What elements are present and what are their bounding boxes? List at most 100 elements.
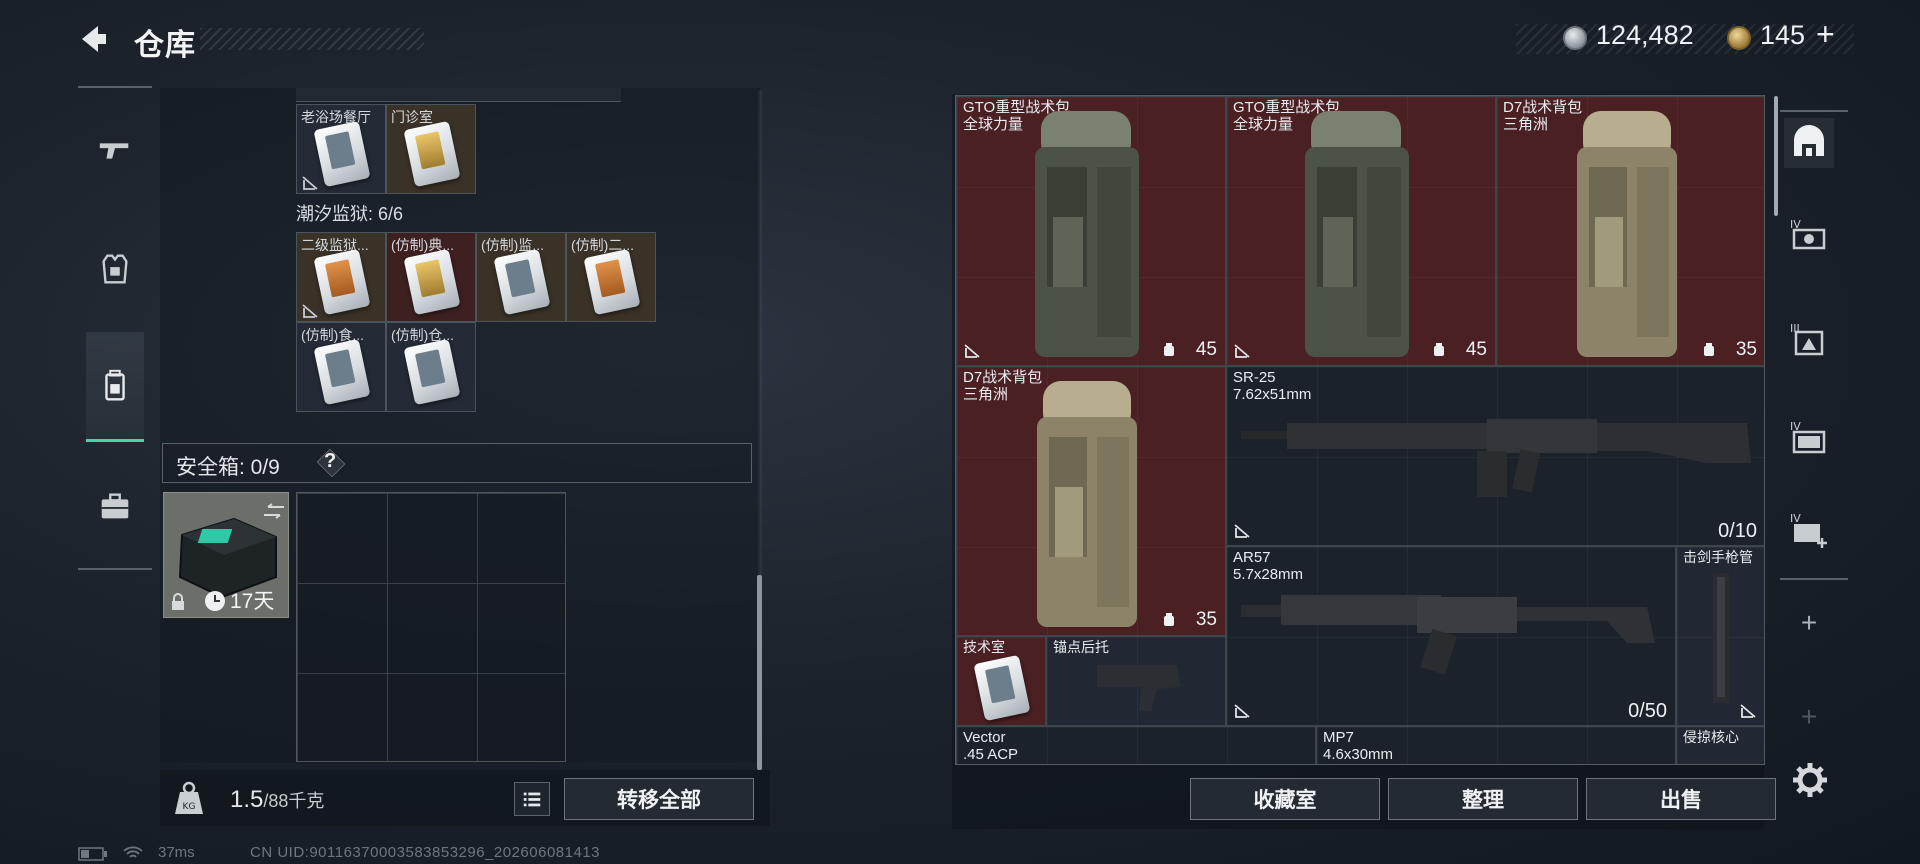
stash-item-1[interactable]: 门诊室 xyxy=(386,104,476,194)
tier3-armor-icon: III xyxy=(1790,322,1824,356)
not-tradable-icon xyxy=(1234,524,1250,538)
stash-scrollbar[interactable] xyxy=(757,575,762,770)
inventory-item-2[interactable]: D7战术背包 三角洲 35 xyxy=(1496,96,1764,366)
not-tradable-icon xyxy=(1234,344,1250,358)
sidebar-tier4-scope[interactable]: IV xyxy=(1784,210,1834,260)
inventory-item-10[interactable]: MP7 4.6x30mm xyxy=(1316,726,1676,764)
item-capacity: 45 xyxy=(1465,339,1487,360)
wifi-icon xyxy=(123,846,143,858)
safe-timer: 17天 xyxy=(230,590,275,613)
safe-box-grid[interactable] xyxy=(296,492,566,762)
stash-item-2[interactable]: 二级监狱... xyxy=(296,232,386,322)
backpack-image xyxy=(1577,111,1677,357)
item-name: 技术室 xyxy=(963,639,1005,655)
armor-vest-icon xyxy=(102,254,128,284)
list-view-button[interactable] xyxy=(514,782,550,816)
stash-item-6[interactable]: (仿制)食... xyxy=(296,322,386,412)
sidebar-add-slot[interactable]: + xyxy=(1784,598,1834,648)
keycard-icon xyxy=(313,338,371,406)
keycard-icon xyxy=(313,248,371,316)
settings-button[interactable] xyxy=(1790,760,1830,800)
collection-room-button[interactable]: 收藏室 xyxy=(1190,778,1380,820)
backpack-capacity-icon xyxy=(1704,343,1714,356)
sidebar-tier4-medkit[interactable]: IV xyxy=(1784,504,1834,554)
briefcase-icon xyxy=(101,493,129,519)
inventory-item-3[interactable]: D7战术背包 三角洲 35 xyxy=(956,366,1226,636)
nav-gear[interactable] xyxy=(86,478,144,536)
inventory-item-7[interactable]: 技术室 xyxy=(956,636,1046,726)
inventory-grid: GTO重型战术包 全球力量 45 GTO重型战术包 全球力量 45 D7战术背包 三角… xyxy=(955,95,1765,765)
nav-weapons[interactable] xyxy=(86,122,144,180)
not-tradable-icon xyxy=(964,344,980,358)
backpack-capacity-icon xyxy=(1164,613,1174,626)
stash-item-5[interactable]: (仿制)二... xyxy=(566,232,656,322)
keycard-icon xyxy=(973,654,1031,722)
item-name: MP7 4.6x30mm xyxy=(1323,729,1394,763)
weight-icon: KG xyxy=(175,781,203,814)
weight-readout: 1.5/88千克 xyxy=(230,786,324,814)
svg-text:IV: IV xyxy=(1790,512,1801,525)
backpack-image xyxy=(1037,381,1137,627)
rifle-image xyxy=(1241,419,1751,497)
list-icon xyxy=(523,792,541,807)
inventory-item-1[interactable]: GTO重型战术包 全球力量 45 xyxy=(1226,96,1496,366)
barrel-image xyxy=(1713,573,1729,703)
inventory-item-9[interactable]: Vector .45 ACP xyxy=(956,726,1316,764)
tier4-ammo-icon: IV xyxy=(1790,420,1826,454)
stash-item-3[interactable]: (仿制)典... xyxy=(386,232,476,322)
silver-coin-icon xyxy=(1563,26,1587,50)
inventory-item-6[interactable]: 击剑手枪管 xyxy=(1676,546,1764,726)
tier4-scope-icon: IV xyxy=(1790,218,1826,250)
item-capacity: 35 xyxy=(1735,339,1757,360)
stash-item-0[interactable]: 老浴场餐厅 xyxy=(296,104,386,194)
back-arrow-icon xyxy=(82,26,106,52)
sell-button[interactable]: 出售 xyxy=(1586,778,1776,820)
sidebar-add-slot-2[interactable]: + xyxy=(1784,692,1834,742)
nav-backpack[interactable] xyxy=(86,332,144,442)
add-icon: + xyxy=(1800,701,1818,732)
keycard-icon xyxy=(403,248,461,316)
sidebar-home-base[interactable] xyxy=(1784,118,1834,168)
not-tradable-icon xyxy=(302,176,318,190)
sidebar-tier4-ammo[interactable]: IV xyxy=(1784,412,1834,462)
stash-item-4[interactable]: (仿制)监... xyxy=(476,232,566,322)
ammo-count: 0/50 xyxy=(1628,700,1667,722)
page-title: 仓库 xyxy=(134,29,196,62)
keycard-icon xyxy=(403,338,461,406)
svg-text:KG: KG xyxy=(183,802,196,812)
help-button[interactable]: ? xyxy=(324,450,336,473)
organize-button[interactable]: 整理 xyxy=(1388,778,1578,820)
inventory-item-4[interactable]: SR-25 7.62x51mm 0/10 xyxy=(1226,366,1764,546)
safe-box-item[interactable]: 17天 xyxy=(163,492,289,618)
transfer-all-button[interactable]: 转移全部 xyxy=(564,778,754,820)
tier4-medkit-icon: IV xyxy=(1790,512,1827,548)
keycard-icon xyxy=(313,120,371,188)
inventory-scrollbar[interactable] xyxy=(1774,96,1778,216)
clock-icon xyxy=(205,591,225,611)
sidebar-tier3-armor[interactable]: III xyxy=(1784,314,1834,364)
add-icon: + xyxy=(1800,607,1818,638)
home-base-icon xyxy=(1794,125,1824,156)
not-tradable-icon xyxy=(1740,704,1756,718)
ping-readout: 37ms xyxy=(158,844,195,861)
inventory-item-8[interactable]: 锚点后托 xyxy=(1046,636,1226,726)
gear-icon xyxy=(1793,763,1827,797)
inventory-item-11[interactable]: 侵掠核心 xyxy=(1676,726,1764,764)
keycard-icon xyxy=(583,248,641,316)
inventory-item-0[interactable]: GTO重型战术包 全球力量 45 xyxy=(956,96,1226,366)
backpack-image xyxy=(1035,111,1139,357)
backpack-capacity-icon xyxy=(1434,343,1444,356)
uid-readout: CN UID:9011637000358385329​6_20260608141… xyxy=(250,844,601,861)
stash-item-7[interactable]: (仿制)仓... xyxy=(386,322,476,412)
stash-row-cut xyxy=(296,88,621,102)
inventory-item-5[interactable]: AR57 5.7x28mm 0/50 xyxy=(1226,546,1676,726)
keycard-icon xyxy=(493,248,551,316)
weight-unit: /88千克 xyxy=(263,791,325,811)
nav-armor[interactable] xyxy=(86,240,144,298)
gold-amount: 145 xyxy=(1760,20,1806,50)
not-tradable-icon xyxy=(1234,704,1250,718)
backpack-capacity-icon xyxy=(1164,343,1174,356)
add-gold-button[interactable]: + xyxy=(1816,16,1835,53)
lock-icon xyxy=(172,593,184,610)
back-button[interactable] xyxy=(76,22,112,58)
